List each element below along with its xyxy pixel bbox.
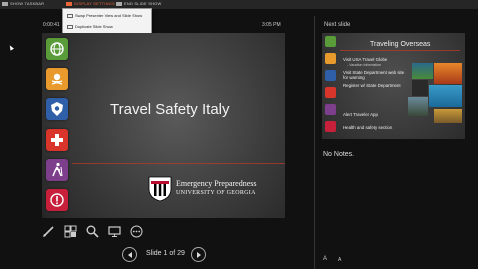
mouse-cursor	[8, 44, 14, 51]
pane-divider[interactable]	[314, 16, 315, 269]
arrow-right-icon	[196, 251, 201, 258]
next-slide-title: Traveling Overseas	[370, 41, 431, 48]
elapsed-timer: 0:00:41	[43, 22, 60, 28]
hiker-icon	[46, 159, 68, 181]
landscape-photo	[412, 63, 433, 79]
hazard-icon	[325, 53, 336, 64]
next-slide-label: Next slide	[324, 22, 351, 28]
clock: 3:05 PM	[262, 22, 281, 28]
title-divider	[72, 163, 285, 164]
dark-photo	[412, 80, 428, 96]
alert-icon	[46, 189, 68, 211]
uga-shield-logo	[148, 176, 172, 202]
next-bullet: Alert Traveler App	[343, 112, 378, 117]
end-show-icon	[116, 1, 122, 6]
ellipsis-icon	[130, 225, 142, 237]
next-slide-preview[interactable]: Traveling Overseas Visit USA Travel Glob…	[322, 33, 465, 139]
end-slide-show-button[interactable]: END SLIDE SHOW	[116, 1, 161, 6]
duplicate-icon	[67, 24, 73, 29]
swap-icon	[67, 13, 73, 18]
pen-icon	[42, 225, 54, 237]
slide-counter[interactable]: Slide 1 of 29	[146, 250, 185, 257]
see-all-slides-button[interactable]	[63, 224, 77, 238]
grid-icon	[64, 225, 76, 237]
next-bullet: Visit USA Travel Globe	[343, 57, 388, 62]
pen-tool-button[interactable]	[41, 224, 55, 238]
arrow-left-icon	[127, 251, 132, 258]
alert-icon	[325, 121, 336, 132]
monitor-icon	[107, 225, 121, 237]
display-icon	[66, 1, 72, 6]
org-line-1: Emergency Preparedness	[176, 179, 257, 188]
slide-title: Travel Safety Italy	[110, 101, 230, 118]
current-slide[interactable]: Travel Safety Italy Emergency Preparedne…	[42, 33, 285, 218]
police-badge-icon	[325, 70, 336, 81]
magnifier-icon	[86, 225, 99, 238]
display-settings-menu: Swap Presenter View and Slide Show Dupli…	[62, 8, 152, 34]
display-settings-button[interactable]: DISPLAY SETTINGS ▾	[66, 1, 118, 6]
next-slide-divider	[340, 50, 460, 51]
next-bullet: for warning	[343, 75, 365, 80]
speaker-notes: No Notes.	[323, 151, 355, 158]
increase-font-button[interactable]: A	[323, 256, 327, 262]
taskbar-icon	[2, 1, 8, 6]
next-bullet: Health and safety section	[343, 125, 393, 130]
next-slide-button[interactable]	[191, 247, 206, 262]
next-bullet: Register w/ State Department	[343, 83, 401, 88]
hazard-icon	[46, 68, 68, 90]
zoom-button[interactable]	[85, 224, 99, 238]
sunset-photo	[434, 63, 462, 84]
show-taskbar-button[interactable]: SHOW TASKBAR	[2, 1, 44, 6]
menu-item-duplicate[interactable]: Duplicate Slide Show	[67, 24, 113, 29]
org-line-2: UNIVERSITY OF GEORGIA	[176, 190, 256, 196]
village-photo	[434, 109, 462, 123]
globe-icon	[325, 36, 336, 47]
black-screen-button[interactable]	[107, 224, 121, 238]
next-bullet: - Vacation Information	[347, 63, 381, 67]
previous-slide-button[interactable]	[122, 247, 137, 262]
more-options-button[interactable]	[129, 224, 143, 238]
menu-item-swap-presenter[interactable]: Swap Presenter View and Slide Show	[67, 13, 142, 18]
mountain-photo	[408, 97, 428, 116]
police-badge-icon	[46, 98, 68, 120]
coast-photo	[429, 85, 462, 107]
decrease-font-button[interactable]: A	[338, 257, 341, 263]
hiker-icon	[325, 104, 336, 115]
globe-icon	[46, 38, 68, 60]
first-aid-icon	[325, 87, 336, 98]
first-aid-icon	[46, 129, 68, 151]
